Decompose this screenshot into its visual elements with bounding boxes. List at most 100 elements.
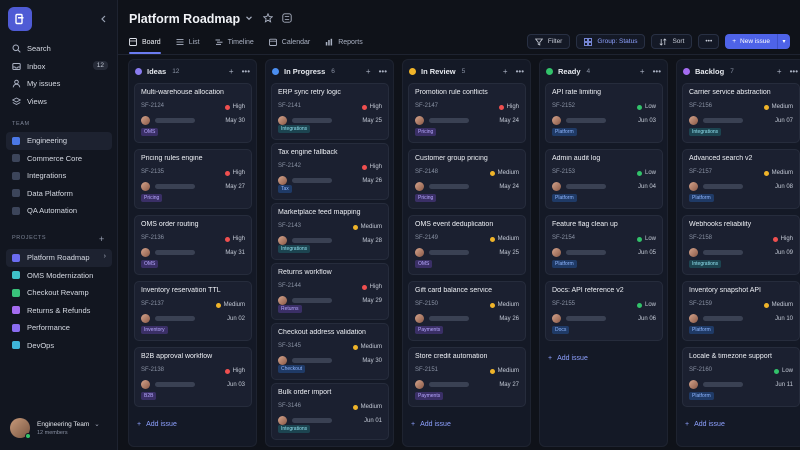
- tab-list[interactable]: List: [176, 33, 200, 51]
- priority-indicator: Low: [636, 170, 656, 176]
- issue-card[interactable]: Inventory reservation TTL SF-2137 Medium…: [134, 281, 252, 341]
- blurred-assignee-name: [292, 238, 332, 243]
- issue-card[interactable]: OMS event deduplication SF-2149 Medium M…: [408, 215, 526, 275]
- column-more-icon[interactable]: •••: [653, 67, 661, 76]
- issue-title: B2B approval workflow: [141, 353, 213, 360]
- issue-title: Inventory snapshot API: [689, 287, 761, 294]
- issue-card[interactable]: Docs: API reference v2 SF-2155 Low Jun 0…: [545, 281, 663, 341]
- issue-card[interactable]: Carrier service abstraction SF-2156 Medi…: [682, 83, 800, 143]
- tab-label: Calendar: [281, 38, 311, 46]
- issue-card[interactable]: Feature flag clean up SF-2154 Low Jun 05…: [545, 215, 663, 275]
- team-item-integrations[interactable]: Integrations: [6, 167, 112, 185]
- add-issue-button[interactable]: + Add issue: [685, 421, 725, 428]
- new-issue-button[interactable]: + New issue ▾: [725, 34, 790, 49]
- priority-indicator: Low: [773, 368, 793, 374]
- issue-card[interactable]: Locale & timezone support SF-2160 Low Ju…: [682, 347, 800, 407]
- nav-item-inbox[interactable]: Inbox 12: [6, 58, 112, 76]
- tab-calendar[interactable]: Calendar: [268, 33, 311, 51]
- star-icon[interactable]: [262, 12, 274, 25]
- tab-board[interactable]: Board: [129, 33, 161, 54]
- user-menu[interactable]: Engineering Team ⌄ 12 members: [10, 416, 110, 440]
- sort-button[interactable]: Sort: [651, 34, 693, 49]
- column-more-icon[interactable]: •••: [516, 67, 524, 76]
- issue-card[interactable]: Inventory snapshot API SF-2159 Medium Ju…: [682, 281, 800, 341]
- team-item-data-platform[interactable]: Data Platform: [6, 185, 112, 203]
- issue-card[interactable]: Checkout address validation SF-3145 Medi…: [271, 323, 389, 380]
- issue-card[interactable]: Store credit automation SF-2151 Medium M…: [408, 347, 526, 407]
- column-more-icon[interactable]: •••: [790, 67, 798, 76]
- add-card-plus-icon[interactable]: +: [640, 67, 645, 76]
- issue-title: Returns workflow: [278, 269, 332, 276]
- issue-card[interactable]: Bulk order import SF-3146 Medium Jun 01 …: [271, 383, 389, 440]
- project-item-devops[interactable]: DevOps: [6, 337, 112, 355]
- card-list: Carrier service abstraction SF-2156 Medi…: [682, 83, 800, 413]
- priority-dot: [224, 236, 230, 242]
- sort-icon: [659, 37, 667, 46]
- add-card-plus-icon[interactable]: +: [366, 67, 371, 76]
- priority-indicator: Medium: [352, 404, 382, 410]
- column-more-icon[interactable]: •••: [242, 67, 250, 76]
- due-date: Jun 05: [637, 250, 656, 256]
- app-logo[interactable]: [8, 7, 32, 31]
- issue-card[interactable]: Gift card balance service SF-2150 Medium…: [408, 281, 526, 341]
- blurred-assignee-name: [155, 118, 195, 123]
- collapse-sidebar-button[interactable]: [98, 13, 110, 25]
- issue-card[interactable]: Customer group pricing SF-2148 Medium Ma…: [408, 149, 526, 209]
- issue-card[interactable]: OMS order routing SF-2136 High May 31 OM…: [134, 215, 252, 275]
- nav-item-views[interactable]: Views: [6, 93, 112, 111]
- tab-timeline[interactable]: Timeline: [215, 33, 254, 51]
- add-issue-button[interactable]: + Add issue: [137, 421, 177, 428]
- issue-title: Store credit automation: [415, 353, 488, 360]
- add-card-plus-icon[interactable]: +: [777, 67, 782, 76]
- team-item-engineering[interactable]: Engineering: [6, 132, 112, 150]
- blurred-assignee-name: [429, 316, 469, 321]
- team-item-qa-automation[interactable]: QA Automation: [6, 202, 112, 220]
- column-title: Ready: [558, 66, 581, 76]
- issue-tag: Returns: [278, 305, 302, 313]
- title-chevron-down-icon[interactable]: [245, 14, 253, 24]
- filter-button[interactable]: Filter: [526, 34, 571, 49]
- settings-sliders-icon[interactable]: [282, 13, 292, 25]
- team-item-commerce-core[interactable]: Commerce Core: [6, 150, 112, 168]
- project-item-performance[interactable]: Performance: [6, 319, 112, 337]
- issue-card[interactable]: Promotion rule conflicts SF-2147 High Ma…: [408, 83, 526, 143]
- issue-card[interactable]: Webhooks reliability SF-2158 High Jun 09…: [682, 215, 800, 275]
- issue-card[interactable]: Marketplace feed mapping SF-2143 Medium …: [271, 203, 389, 260]
- issue-card[interactable]: B2B approval workflow SF-2138 High Jun 0…: [134, 347, 252, 407]
- project-item-platform-roadmap[interactable]: Platform Roadmap ›: [6, 249, 112, 267]
- issue-card[interactable]: ERP sync retry logic SF-2141 High May 25…: [271, 83, 389, 140]
- more-options-button[interactable]: •••: [698, 34, 720, 49]
- project-item-returns-refunds[interactable]: Returns & Refunds: [6, 302, 112, 320]
- issue-card[interactable]: Pricing rules engine SF-2135 High May 27…: [134, 149, 252, 209]
- issue-title: ERP sync retry logic: [278, 89, 341, 96]
- priority-label: Medium: [497, 302, 519, 308]
- issue-card[interactable]: Returns workflow SF-2144 High May 29 Ret…: [271, 263, 389, 320]
- nav-item-search[interactable]: Search: [6, 40, 112, 58]
- team-item-label: Integrations: [27, 171, 67, 181]
- issue-card[interactable]: Advanced search v2 SF-2157 Medium Jun 08…: [682, 149, 800, 209]
- add-issue-button[interactable]: + Add issue: [548, 355, 588, 362]
- add-card-plus-icon[interactable]: +: [229, 67, 234, 76]
- add-card-plus-icon[interactable]: +: [503, 67, 508, 76]
- issue-card[interactable]: Tax engine fallback SF-2142 High May 26 …: [271, 143, 389, 200]
- group-by-button[interactable]: Group: Status: [576, 34, 646, 49]
- inbox-count-badge: 12: [92, 61, 108, 70]
- project-item-checkout-revamp[interactable]: Checkout Revamp: [6, 284, 112, 302]
- assignee: [415, 116, 469, 125]
- column-more-icon[interactable]: •••: [379, 67, 387, 76]
- tab-reports[interactable]: Reports: [325, 33, 363, 51]
- add-issue-button[interactable]: + Add issue: [411, 421, 451, 428]
- priority-dot: [636, 302, 642, 308]
- issue-card[interactable]: Multi-warehouse allocation SF-2124 High …: [134, 83, 252, 143]
- add-project-button[interactable]: +: [99, 234, 104, 244]
- nav-item-my-issues[interactable]: My issues: [6, 75, 112, 93]
- user-name-row: Engineering Team ⌄: [37, 420, 100, 429]
- chevron-down-icon[interactable]: ▾: [777, 34, 790, 49]
- page-title: Platform Roadmap: [129, 12, 241, 26]
- avatar: [689, 116, 698, 125]
- issue-card[interactable]: Admin audit log SF-2153 Low Jun 04 Platf…: [545, 149, 663, 209]
- issue-tag: Payments: [415, 326, 444, 334]
- issue-card[interactable]: API rate limiting SF-2152 Low Jun 03 Pla…: [545, 83, 663, 143]
- priority-label: High: [369, 284, 382, 290]
- project-item-oms-modernization[interactable]: OMS Modernization: [6, 267, 112, 285]
